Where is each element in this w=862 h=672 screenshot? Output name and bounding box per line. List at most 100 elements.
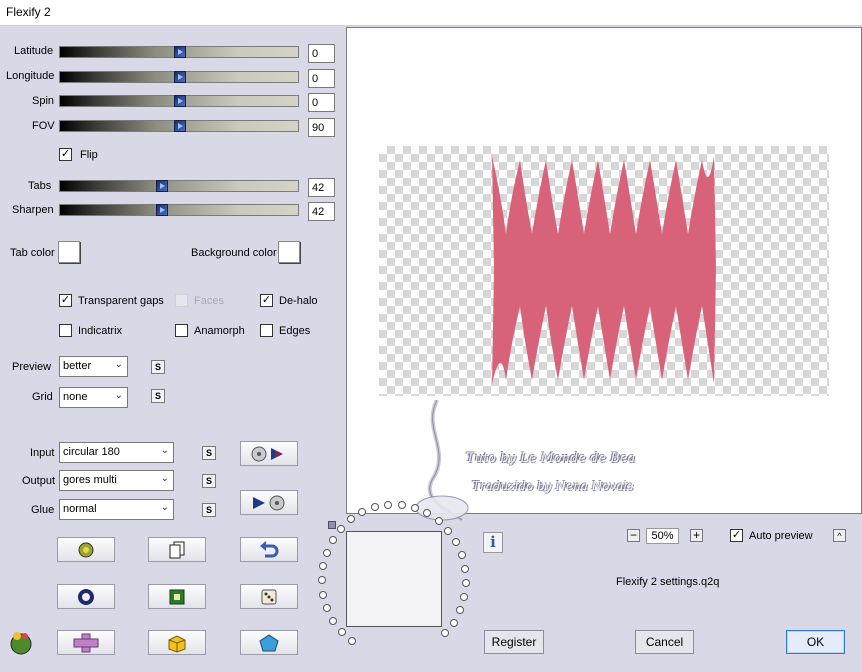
navigator-dot <box>347 515 355 523</box>
plugin-logo-icon <box>8 629 34 658</box>
ring-icon <box>78 588 94 605</box>
auto-preview-checkbox[interactable]: ✓ <box>730 529 743 542</box>
grid-value: none <box>63 391 88 403</box>
chevron-down-icon: ⌄ <box>114 359 123 370</box>
tabs-input[interactable]: 42 <box>308 178 335 197</box>
output-value: gores multi <box>63 474 117 486</box>
pentagon-button[interactable] <box>240 630 298 655</box>
info-icon[interactable]: i <box>483 532 503 553</box>
glue-s-button[interactable]: S <box>202 503 216 517</box>
grid-s-button[interactable]: S <box>151 389 165 403</box>
transparent-gaps-checkbox[interactable]: ✓ <box>59 294 72 307</box>
navigator-dot <box>319 591 327 599</box>
tabs-slider[interactable] <box>59 180 299 192</box>
output-label: Output <box>22 475 56 487</box>
fov-input[interactable]: 90 <box>308 118 335 137</box>
cube-button[interactable] <box>148 630 206 655</box>
navigator-handle[interactable] <box>328 521 336 529</box>
tab-color-swatch[interactable] <box>58 241 80 263</box>
spin-thumb[interactable] <box>174 95 186 107</box>
navigator-dot <box>461 565 469 573</box>
glue-select[interactable]: normal ⌄ <box>59 499 174 520</box>
dice-icon <box>261 589 277 604</box>
chevron-down-icon: ⌄ <box>160 473 169 484</box>
undo-icon <box>260 540 279 557</box>
tab-color-label: Tab color <box>10 247 55 259</box>
navigator-dot <box>411 504 419 512</box>
indicatrix-checkbox[interactable] <box>59 324 72 337</box>
chip-icon <box>169 589 185 604</box>
navigator-dot <box>460 593 468 601</box>
faces-checkbox <box>175 294 188 307</box>
zoom-out-button[interactable]: − <box>627 529 640 542</box>
flip-checkbox[interactable]: ✓ <box>59 148 72 161</box>
output-s-button[interactable]: S <box>202 474 216 488</box>
longitude-label: Longitude <box>6 70 55 82</box>
chevron-down-icon: ⌄ <box>114 390 123 401</box>
fov-thumb[interactable] <box>174 120 186 132</box>
tabs-label: Tabs <box>28 180 52 192</box>
collapse-chevron-up-icon[interactable]: ^ <box>833 529 846 542</box>
longitude-slider[interactable] <box>59 71 299 83</box>
chip-button[interactable] <box>148 584 206 609</box>
zoom-level: 50% <box>646 528 679 544</box>
latitude-slider[interactable] <box>59 46 299 58</box>
preview-quality-value: better <box>63 360 92 372</box>
fov-slider[interactable] <box>59 120 299 132</box>
background-color-swatch[interactable] <box>278 241 300 263</box>
navigator-thumbnail[interactable] <box>346 531 442 627</box>
input-s-button[interactable]: S <box>202 446 216 460</box>
load-input-button[interactable] <box>240 441 298 466</box>
longitude-thumb[interactable] <box>174 71 186 83</box>
pentagon-icon <box>259 633 279 651</box>
cancel-button[interactable]: Cancel <box>635 630 694 654</box>
dice-button[interactable] <box>240 584 298 609</box>
reset-button[interactable] <box>57 584 115 609</box>
register-button[interactable]: Register <box>484 630 544 654</box>
input-select[interactable]: circular 180 ⌄ <box>59 442 174 463</box>
longitude-input[interactable]: 0 <box>308 69 335 88</box>
sharpen-input[interactable]: 42 <box>308 202 335 221</box>
grid-label: Grid <box>32 391 53 403</box>
zoom-in-button[interactable]: + <box>690 529 703 542</box>
preview-s-button[interactable]: S <box>151 360 165 374</box>
watermark-line-1: Tuto by Le Monde de Bea <box>466 451 636 466</box>
de-halo-checkbox[interactable]: ✓ <box>260 294 273 307</box>
spin-input[interactable]: 0 <box>308 93 335 112</box>
glue-value: normal <box>63 503 97 515</box>
edges-checkbox[interactable] <box>260 324 273 337</box>
anamorph-checkbox[interactable] <box>175 324 188 337</box>
cube-icon <box>168 634 186 653</box>
latitude-input[interactable]: 0 <box>308 44 335 63</box>
de-halo-label: De-halo <box>279 295 318 307</box>
ok-button[interactable]: OK <box>786 630 845 654</box>
undo-button[interactable] <box>240 537 298 562</box>
randomize-button[interactable] <box>57 537 115 562</box>
sharpen-slider[interactable] <box>59 204 299 216</box>
grid-select[interactable]: none ⌄ <box>59 387 128 408</box>
navigator-dot <box>329 536 337 544</box>
spin-label: Spin <box>32 95 55 107</box>
navigator-dot <box>384 501 392 509</box>
sharpen-thumb[interactable] <box>156 204 168 216</box>
watermark-line-2: Traduzido by Nena Novais <box>472 479 634 493</box>
input-value: circular 180 <box>63 446 120 458</box>
navigator-dot <box>462 579 470 587</box>
save-output-button[interactable] <box>240 490 298 515</box>
cross-button[interactable] <box>57 630 115 655</box>
output-select[interactable]: gores multi ⌄ <box>59 470 174 491</box>
flexify-shape-preview <box>492 156 716 384</box>
copy-button[interactable] <box>148 537 206 562</box>
flip-label: Flip <box>80 149 98 161</box>
navigator-dot <box>444 527 452 535</box>
preview-quality-select[interactable]: better ⌄ <box>59 356 128 377</box>
spin-slider[interactable] <box>59 95 299 107</box>
settings-filename: Flexify 2 settings.q2q <box>616 576 720 588</box>
tabs-thumb[interactable] <box>156 180 168 192</box>
latitude-thumb[interactable] <box>174 46 186 58</box>
navigator-dot <box>435 517 443 525</box>
faces-label: Faces <box>194 295 224 307</box>
navigator-dot <box>319 562 327 570</box>
chevron-down-icon: ⌄ <box>160 502 169 513</box>
navigator-dot <box>398 501 406 509</box>
